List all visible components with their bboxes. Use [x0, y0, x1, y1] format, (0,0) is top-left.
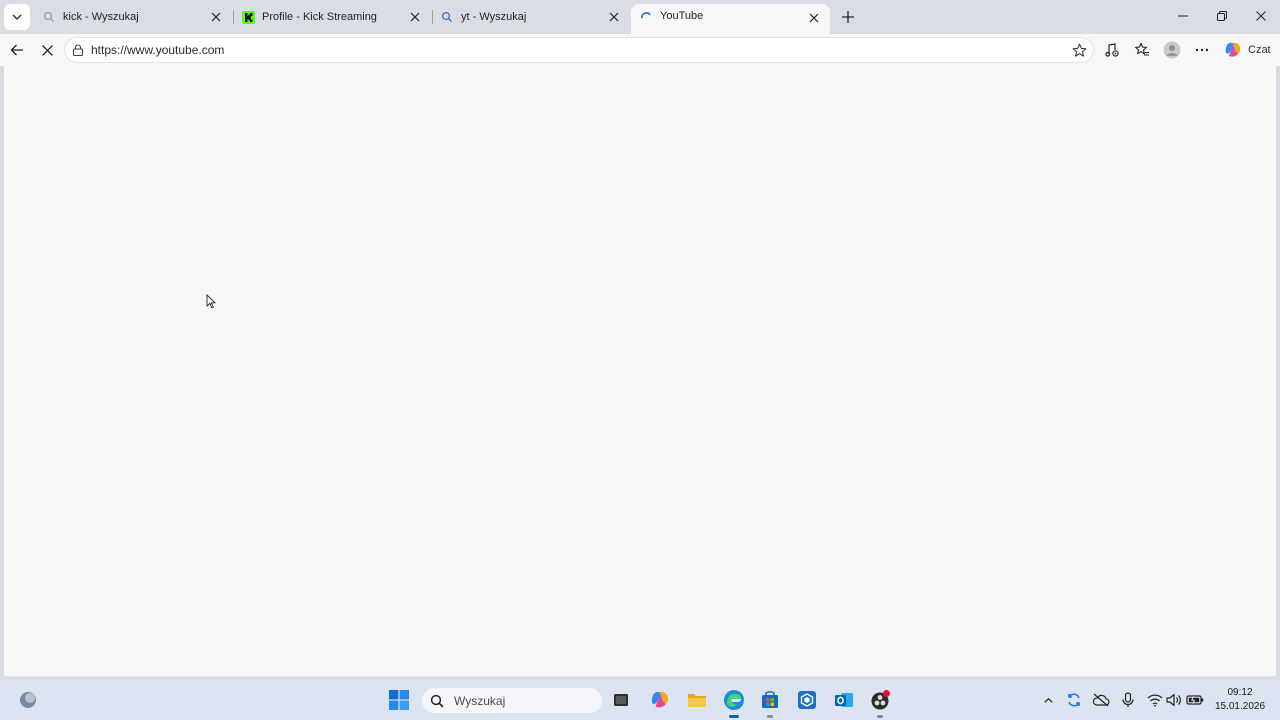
copilot-icon — [651, 691, 669, 708]
close-icon — [1256, 11, 1266, 21]
obs-button[interactable] — [866, 686, 894, 714]
plus-icon — [842, 11, 854, 23]
media-control-button[interactable] — [1099, 37, 1125, 63]
cloud-off-icon — [1092, 693, 1110, 707]
edge-button[interactable] — [720, 686, 748, 714]
chevron-down-icon — [12, 14, 22, 20]
clock-time: 09:12 — [1227, 687, 1253, 698]
mouse-cursor-icon — [206, 294, 216, 309]
sync-tray-button[interactable] — [1064, 690, 1084, 710]
running-app-indicator — [767, 715, 773, 718]
taskbar-search[interactable]: Wyszukaj — [422, 688, 602, 713]
copilot-icon — [1225, 42, 1241, 57]
restore-icon — [1217, 11, 1227, 21]
volume-tray-button[interactable] — [1164, 690, 1184, 710]
avatar-icon — [1163, 41, 1181, 59]
sync-icon — [1068, 693, 1080, 707]
outlook-button[interactable] — [830, 686, 858, 714]
copilot-app-button[interactable] — [646, 686, 674, 714]
close-tab-icon[interactable] — [208, 9, 224, 25]
battery-tray-button[interactable] — [1185, 690, 1205, 710]
close-tab-icon[interactable] — [606, 9, 622, 25]
search-placeholder: Wyszukaj — [454, 693, 506, 708]
tab-title: YouTube — [660, 10, 704, 22]
loading-spinner-icon — [639, 10, 653, 24]
obs-icon — [871, 690, 890, 710]
edge-icon — [724, 690, 744, 710]
tab-title: Profile - Kick Streaming — [262, 11, 377, 23]
kick-logo-icon — [241, 10, 255, 24]
tab-kick-profile[interactable]: Profile - Kick Streaming — [233, 4, 431, 30]
microphone-tray-button[interactable] — [1118, 690, 1138, 710]
system-clock[interactable]: 09:12 15.01.2026 — [1210, 686, 1270, 714]
active-app-indicator — [729, 715, 739, 718]
start-button[interactable] — [385, 686, 413, 714]
tab-youtube[interactable]: YouTube — [631, 4, 830, 34]
close-icon — [41, 44, 53, 56]
page-viewport[interactable] — [4, 66, 1276, 677]
search-icon — [440, 10, 454, 24]
running-app-indicator — [877, 715, 883, 718]
favorite-star-icon[interactable] — [1069, 40, 1089, 60]
microphone-icon — [1122, 692, 1134, 707]
network-tray-button[interactable] — [1145, 690, 1165, 710]
tab-strip: kick - Wyszukaj Profile - Kick Streaming… — [0, 0, 1280, 34]
tab-title: kick - Wyszukaj — [63, 11, 139, 23]
close-tab-icon[interactable] — [407, 9, 423, 25]
tab-actions-button[interactable] — [4, 4, 30, 30]
app-icon — [798, 691, 816, 709]
show-hidden-icons-button[interactable] — [1038, 690, 1058, 710]
address-bar[interactable]: https://www.youtube.com — [64, 37, 1094, 63]
file-explorer-button[interactable] — [683, 686, 711, 714]
restore-button[interactable] — [1203, 0, 1241, 32]
close-window-button[interactable] — [1242, 0, 1280, 32]
settings-more-button[interactable] — [1189, 37, 1215, 63]
clock-date: 15.01.2026 — [1214, 701, 1266, 712]
search-icon — [430, 694, 444, 708]
battery-icon — [1186, 695, 1204, 705]
copilot-chat-button[interactable]: Czat — [1218, 38, 1274, 62]
chevron-up-icon — [1043, 697, 1053, 703]
close-tab-icon[interactable] — [806, 10, 822, 26]
tab-title: yt - Wyszukaj — [461, 11, 527, 23]
tab-yt-search[interactable]: yt - Wyszukaj — [432, 4, 630, 30]
outlook-icon — [835, 693, 853, 707]
music-note-icon — [1105, 43, 1119, 57]
app-button[interactable] — [793, 686, 821, 714]
minimize-button[interactable] — [1164, 0, 1202, 32]
new-tab-button[interactable] — [838, 7, 858, 27]
copilot-label: Czat — [1248, 44, 1271, 56]
stop-loading-button[interactable] — [34, 37, 60, 63]
browser-toolbar: https://www.youtube.com Czat — [0, 34, 1280, 66]
task-view-icon — [614, 694, 628, 706]
arrow-left-icon — [10, 44, 23, 56]
store-button[interactable] — [756, 686, 784, 714]
volume-icon — [1166, 693, 1181, 707]
favorites-button[interactable] — [1129, 37, 1155, 63]
tab-kick-search[interactable]: kick - Wyszukaj — [34, 4, 232, 30]
windows-taskbar: Wyszukaj 09:12 15.01.2026 — [0, 680, 1280, 720]
wifi-icon — [1147, 694, 1163, 707]
profile-button[interactable] — [1159, 37, 1185, 63]
site-info-icon[interactable] — [71, 43, 85, 57]
weather-icon — [20, 692, 36, 708]
store-icon — [762, 691, 778, 708]
more-dots-icon — [1195, 48, 1209, 52]
back-button[interactable] — [4, 37, 30, 63]
task-view-button[interactable] — [607, 686, 635, 714]
minimize-icon — [1178, 15, 1188, 17]
onedrive-tray-button[interactable] — [1091, 690, 1111, 710]
file-explorer-icon — [688, 694, 706, 707]
favorites-icon — [1135, 42, 1149, 56]
windows-start-icon — [389, 690, 409, 710]
url-text[interactable]: https://www.youtube.com — [91, 43, 1069, 57]
widgets-button[interactable] — [14, 686, 42, 714]
search-icon — [42, 10, 56, 24]
